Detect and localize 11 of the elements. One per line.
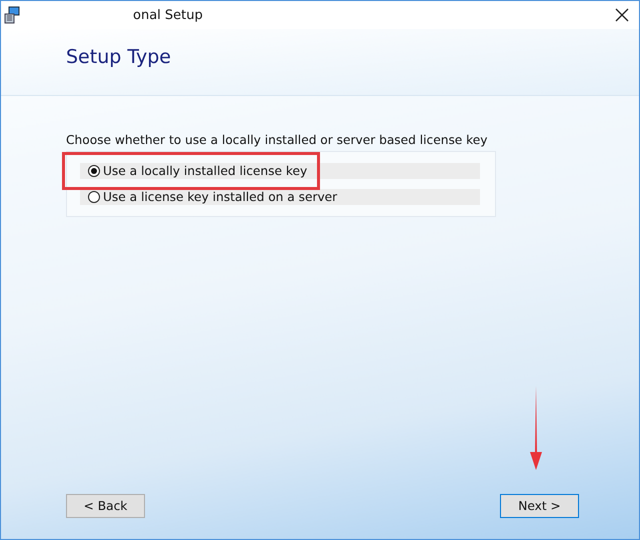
- window-title: onal Setup: [133, 8, 203, 22]
- installer-icon: [3, 6, 21, 24]
- prompt-text: Choose whether to use a locally installed or server based license key: [66, 133, 489, 147]
- radio-button[interactable]: [88, 191, 100, 203]
- page-heading: Setup Type: [66, 46, 171, 68]
- wizard-button[interactable]: Next >: [500, 494, 579, 518]
- radio-button[interactable]: [88, 165, 100, 177]
- radio-option[interactable]: Use a license key installed on a server: [80, 189, 480, 205]
- close-icon[interactable]: [615, 8, 629, 22]
- radio-option[interactable]: Use a locally installed license key: [80, 163, 480, 179]
- wizard-button[interactable]: < Back: [66, 494, 145, 518]
